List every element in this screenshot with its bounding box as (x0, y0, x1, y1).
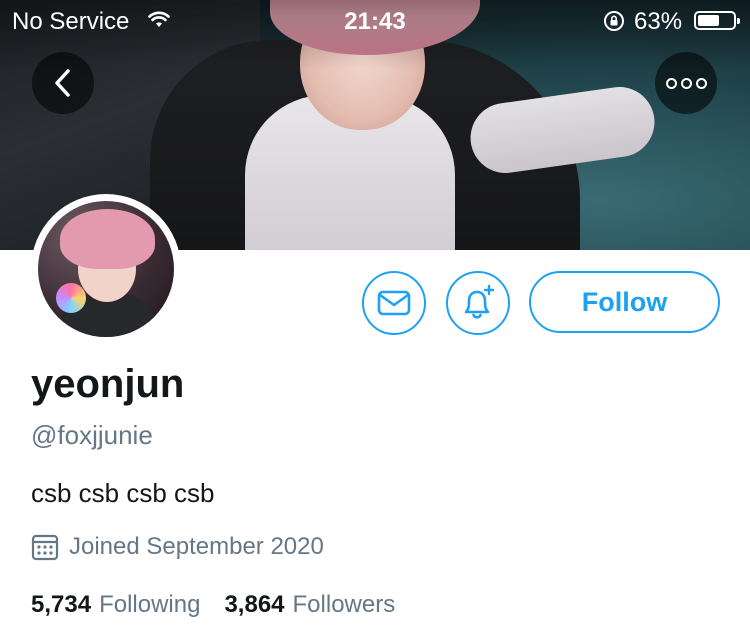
follow-stats: 5,734 Following 3,864 Followers (31, 591, 395, 619)
more-options-button[interactable] (655, 52, 717, 114)
avatar-hair (60, 209, 155, 269)
followers-stat[interactable]: 3,864 Followers (224, 591, 395, 619)
envelope-icon (377, 290, 411, 316)
following-label: Following (99, 591, 201, 618)
rotation-lock-icon (604, 11, 624, 31)
back-button[interactable] (32, 52, 94, 114)
avatar-lollipop (56, 283, 86, 313)
join-date-label: Joined September 2020 (69, 533, 324, 560)
battery-icon (694, 11, 740, 30)
chevron-left-icon (55, 69, 70, 97)
bell-plus-icon (464, 284, 495, 319)
profile-avatar[interactable] (31, 194, 181, 344)
followers-label: Followers (292, 591, 396, 618)
message-button[interactable] (362, 271, 426, 335)
calendar-icon (31, 534, 59, 561)
status-bar: No Service 21:43 63% (0, 0, 750, 40)
following-count: 5,734 (31, 591, 92, 618)
username-handle: @foxjjunie (31, 420, 153, 450)
profile-bio: csb csb csb csb (31, 478, 215, 508)
battery-percent: 63% (634, 8, 683, 35)
following-stat[interactable]: 5,734 Following (31, 591, 200, 619)
join-date: Joined September 2020 (31, 533, 324, 561)
battery-tip (737, 18, 740, 24)
notifications-button[interactable] (446, 271, 510, 335)
display-name: yeonjun (31, 362, 185, 406)
avatar-image (38, 201, 174, 337)
more-horizontal-icon (665, 77, 707, 89)
followers-count: 3,864 (224, 591, 285, 618)
follow-button[interactable]: Follow (529, 271, 720, 333)
battery-fill (698, 15, 720, 26)
